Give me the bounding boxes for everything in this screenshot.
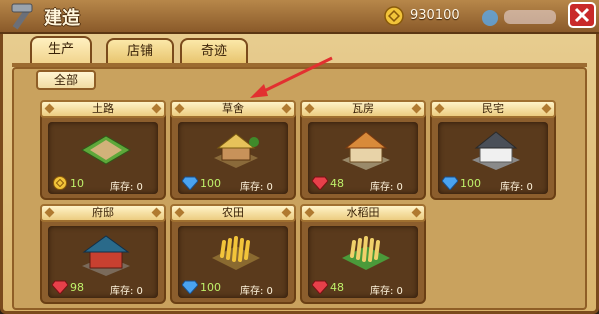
gold-coin-icon [384,6,404,26]
building-name: 民宅 [482,102,504,115]
stock-label: 库存: 0 [240,182,273,193]
cost-value: 100 [200,281,221,294]
tab-shops[interactable]: 店铺 [106,38,174,64]
gold-coin-icon [53,176,67,190]
stock-label: 库存: 0 [370,286,403,297]
building-name: 瓦房 [352,102,374,115]
cost-value: 98 [70,281,84,294]
cost-value: 48 [330,281,344,294]
red-gem-icon [312,280,328,294]
tab-production[interactable]: 生产 [30,36,92,66]
farmland-icon [212,236,260,270]
red-gem-icon [312,176,328,190]
residence-icon [472,131,520,170]
thatched-hut-icon [214,133,259,168]
building-card-tile-house[interactable]: 瓦房 48 库存: 0 [300,100,426,200]
tab-wonders[interactable]: 奇迹 [180,38,248,64]
blue-gem-icon [182,280,198,294]
tile-house-icon [342,131,390,170]
blurred-icons [482,10,556,26]
building-card-paddy-field[interactable]: 水稻田 48 库存: 0 [300,204,426,304]
stock-label: 库存: 0 [110,182,143,193]
building-card-dirt-road[interactable]: 土路 10 库存: 0 [40,100,166,200]
red-arrow-icon [250,56,333,98]
building-card-farmland[interactable]: 农田 100 库存: 0 [170,204,296,304]
building-card-mansion[interactable]: 府邸 98 库存: 0 [40,204,166,304]
stock-label: 库存: 0 [240,286,273,297]
mansion-icon [82,235,130,276]
close-button[interactable] [568,2,596,28]
stock-label: 库存: 0 [500,182,533,193]
blue-gem-icon [442,176,458,190]
building-name: 土路 [92,102,114,115]
red-gem-icon [52,280,68,294]
cost-value: 48 [330,177,344,190]
blue-gem-icon [182,176,198,190]
stock-label: 库存: 0 [370,182,403,193]
building-name: 水稻田 [346,206,380,219]
hammer-icon [11,3,33,30]
building-name: 府邸 [92,206,114,219]
close-icon [574,7,590,23]
building-name: 农田 [222,206,244,219]
cost-value: 100 [460,177,481,190]
title-bar: 建造 930100 [0,0,599,34]
building-card-residence[interactable]: 民宅 100 库存: 0 [430,100,556,200]
cost-value: 10 [70,177,84,190]
building-card-thatched-hut[interactable]: 草舍 100 库存: 0 [170,100,296,200]
dirt-road-tile-icon [81,135,131,165]
currency-value: 930100 [410,8,460,23]
paddy-field-icon [342,236,390,270]
subtab-all[interactable]: 全部 [36,70,96,90]
stock-label: 库存: 0 [110,286,143,297]
window-title: 建造 [44,8,80,29]
cost-value: 100 [200,177,221,190]
